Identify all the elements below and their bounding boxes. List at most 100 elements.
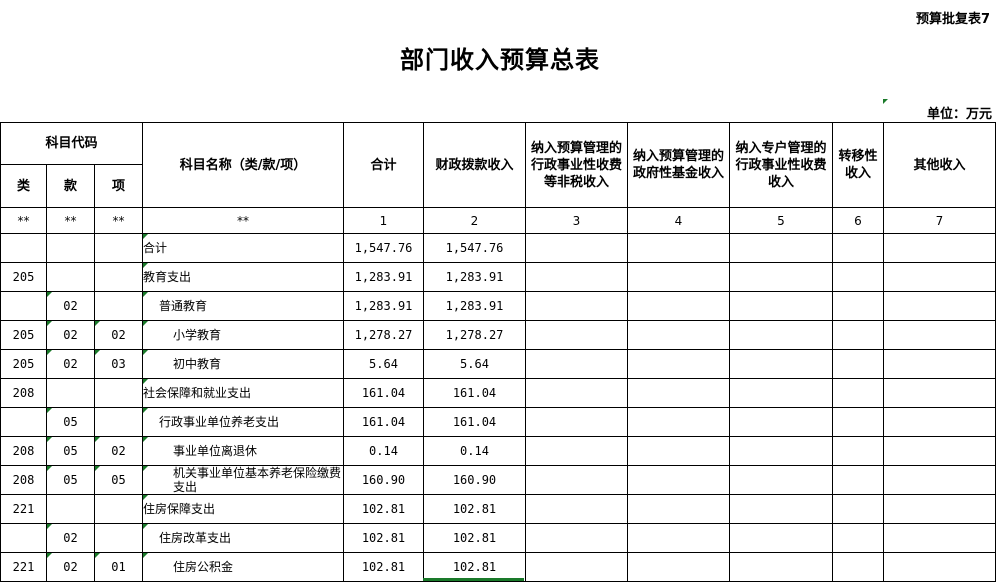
cell-special-account[interactable]	[729, 233, 833, 263]
cell-nontax[interactable]	[525, 262, 628, 292]
cell-xiang[interactable]: 01	[94, 552, 143, 582]
cell-kuan[interactable]: 05	[46, 465, 95, 495]
cell-total[interactable]: 102.81	[343, 523, 424, 553]
cell-lei[interactable]	[0, 523, 47, 553]
header-name[interactable]: 科目名称（类/款/项）	[142, 122, 344, 208]
cell-other[interactable]	[883, 349, 996, 379]
cell-subject-name[interactable]: 初中教育	[142, 349, 344, 379]
cell-fiscal[interactable]: 1,547.76	[423, 233, 526, 263]
cell-transfer[interactable]	[832, 349, 884, 379]
mark-cell[interactable]: 6	[832, 207, 884, 234]
cell-lei[interactable]	[0, 233, 47, 263]
cell-kuan[interactable]: 02	[46, 320, 95, 350]
cell-nontax[interactable]	[525, 407, 628, 437]
cell-kuan[interactable]	[46, 262, 95, 292]
cell-nontax[interactable]	[525, 523, 628, 553]
cell-total[interactable]: 5.64	[343, 349, 424, 379]
cell-xiang[interactable]: 02	[94, 436, 143, 466]
cell-gov-fund[interactable]	[627, 494, 730, 524]
cell-xiang[interactable]: 05	[94, 465, 143, 495]
cell-lei[interactable]	[0, 407, 47, 437]
cell-xiang[interactable]: 03	[94, 349, 143, 379]
mark-cell[interactable]: 4	[627, 207, 730, 234]
cell-lei[interactable]: 208	[0, 378, 47, 408]
cell-total[interactable]: 160.90	[343, 465, 424, 495]
cell-subject-name[interactable]: 小学教育	[142, 320, 344, 350]
cell-transfer[interactable]	[832, 262, 884, 292]
cell-lei[interactable]: 205	[0, 262, 47, 292]
header-kuan[interactable]: 款	[46, 164, 95, 208]
cell-transfer[interactable]	[832, 465, 884, 495]
cell-transfer[interactable]	[832, 436, 884, 466]
cell-gov-fund[interactable]	[627, 523, 730, 553]
cell-total[interactable]: 102.81	[343, 552, 424, 582]
cell-xiang[interactable]	[94, 494, 143, 524]
cell-total[interactable]: 1,547.76	[343, 233, 424, 263]
cell-xiang[interactable]	[94, 262, 143, 292]
cell-nontax[interactable]	[525, 465, 628, 495]
cell-other[interactable]	[883, 494, 996, 524]
cell-nontax[interactable]	[525, 291, 628, 321]
cell-nontax[interactable]	[525, 320, 628, 350]
cell-subject-name[interactable]: 住房改革支出	[142, 523, 344, 553]
cell-subject-name[interactable]: 普通教育	[142, 291, 344, 321]
cell-nontax[interactable]	[525, 552, 628, 582]
cell-fiscal[interactable]: 1,283.91	[423, 262, 526, 292]
cell-other[interactable]	[883, 233, 996, 263]
cell-special-account[interactable]	[729, 320, 833, 350]
cell-other[interactable]	[883, 552, 996, 582]
header-lei[interactable]: 类	[0, 164, 47, 208]
cell-kuan[interactable]	[46, 494, 95, 524]
cell-transfer[interactable]	[832, 523, 884, 553]
mark-cell[interactable]: 5	[729, 207, 833, 234]
cell-lei[interactable]: 208	[0, 465, 47, 495]
cell-lei[interactable]: 205	[0, 320, 47, 350]
cell-fiscal[interactable]: 161.04	[423, 378, 526, 408]
cell-lei[interactable]	[0, 291, 47, 321]
cell-total[interactable]: 1,283.91	[343, 262, 424, 292]
cell-lei[interactable]: 208	[0, 436, 47, 466]
mark-cell[interactable]: 1	[343, 207, 424, 234]
cell-total[interactable]: 161.04	[343, 378, 424, 408]
mark-cell[interactable]: 2	[423, 207, 526, 234]
cell-transfer[interactable]	[832, 378, 884, 408]
cell-transfer[interactable]	[832, 407, 884, 437]
cell-other[interactable]	[883, 291, 996, 321]
cell-gov-fund[interactable]	[627, 349, 730, 379]
header-xiang[interactable]: 项	[94, 164, 143, 208]
cell-fiscal[interactable]: 160.90	[423, 465, 526, 495]
cell-kuan[interactable]: 05	[46, 407, 95, 437]
cell-gov-fund[interactable]	[627, 407, 730, 437]
cell-fiscal[interactable]: 161.04	[423, 407, 526, 437]
cell-special-account[interactable]	[729, 494, 833, 524]
cell-transfer[interactable]	[832, 233, 884, 263]
cell-gov-fund[interactable]	[627, 320, 730, 350]
cell-other[interactable]	[883, 407, 996, 437]
cell-total[interactable]: 0.14	[343, 436, 424, 466]
cell-subject-name[interactable]: 事业单位离退休	[142, 436, 344, 466]
cell-nontax[interactable]	[525, 436, 628, 466]
cell-gov-fund[interactable]	[627, 465, 730, 495]
header-fiscal[interactable]: 财政拨款收入	[423, 122, 526, 208]
cell-fiscal[interactable]: 5.64	[423, 349, 526, 379]
cell-xiang[interactable]	[94, 233, 143, 263]
cell-kuan[interactable]: 02	[46, 552, 95, 582]
mark-cell[interactable]: 7	[883, 207, 996, 234]
cell-subject-name[interactable]: 住房公积金	[142, 552, 344, 582]
header-nontax[interactable]: 纳入预算管理的行政事业性收费等非税收入	[525, 122, 628, 208]
cell-lei[interactable]: 221	[0, 494, 47, 524]
cell-special-account[interactable]	[729, 291, 833, 321]
cell-xiang[interactable]	[94, 378, 143, 408]
cell-kuan[interactable]: 02	[46, 523, 95, 553]
cell-kuan[interactable]: 02	[46, 291, 95, 321]
cell-xiang[interactable]: 02	[94, 320, 143, 350]
header-gov-fund[interactable]: 纳入预算管理的政府性基金收入	[627, 122, 730, 208]
cell-special-account[interactable]	[729, 465, 833, 495]
cell-total[interactable]: 1,278.27	[343, 320, 424, 350]
header-other[interactable]: 其他收入	[883, 122, 996, 208]
header-transfer[interactable]: 转移性收入	[832, 122, 884, 208]
cell-xiang[interactable]	[94, 523, 143, 553]
mark-cell[interactable]: **	[94, 207, 143, 234]
cell-nontax[interactable]	[525, 378, 628, 408]
cell-gov-fund[interactable]	[627, 552, 730, 582]
